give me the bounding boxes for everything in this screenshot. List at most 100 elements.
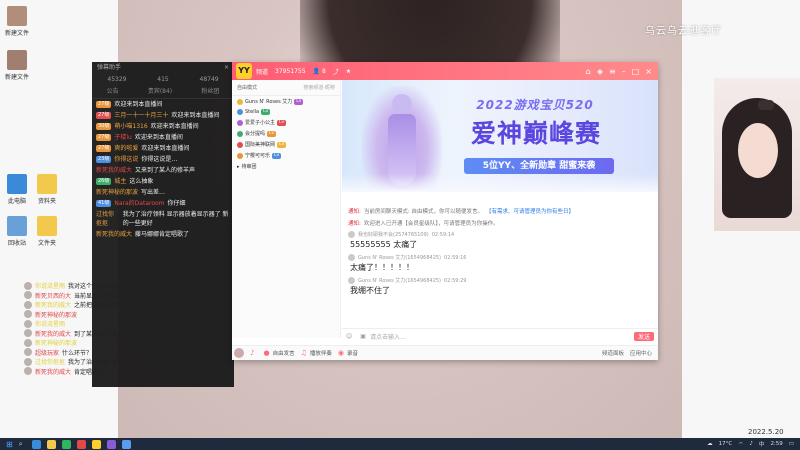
avatar [24,329,32,337]
level-badge: 27级 [96,145,112,152]
desktop-icon-recycle-bin[interactable]: 回收站 [0,216,34,247]
avatar[interactable] [234,348,244,358]
desktop-icon-file-2[interactable]: 新建文件 [0,50,34,81]
taskbar-app-icon[interactable] [76,439,86,449]
chat-username[interactable]: 新死我的威大 [96,230,132,239]
free-speech-button[interactable]: 自由发言 [273,349,295,357]
notification-icon[interactable]: ▭ [789,441,794,447]
overlay-username[interactable]: 新死神秘的那波 [35,310,77,319]
overlay-username[interactable]: 新死我的威大 [35,367,71,376]
member-item[interactable]: Stella Lv [232,107,340,117]
chat-username[interactable]: 城主 [114,177,126,186]
emoji-icon[interactable]: ☺ [346,333,352,340]
home-icon[interactable]: ⌂ [586,67,591,76]
image-icon[interactable]: ▣ [360,333,366,340]
member-item[interactable]: Guns N' Roses 艾力 Lv [232,96,340,107]
menu-icon[interactable]: ≡ [609,67,616,76]
speaker-icon[interactable]: ♪ [250,349,254,357]
taskbar-app-icon[interactable] [31,439,41,449]
music-icon[interactable]: ♫ [301,349,307,357]
desktop-icon-this-pc[interactable]: 此电脑 [0,174,34,205]
weather-text[interactable]: 17°C [719,441,733,447]
message-sender[interactable]: Guns N' Roses 艾力(1654968425) [358,277,441,284]
notice-link[interactable]: 【有需求、可请管理员为你有些日】 [486,207,574,215]
taskbar-yy-icon[interactable] [91,439,101,449]
volume-icon[interactable]: ♪ [749,441,753,447]
yy-logo-icon[interactable]: YY [236,63,252,79]
message-sender[interactable]: Guns N' Roses 艾力(1654968425) [358,254,441,261]
favorite-icon[interactable]: ★ [346,68,351,75]
close-icon[interactable]: × [645,67,652,76]
chat-username[interactable]: 三月一十一十月三十 [114,111,168,120]
channel-panel-button[interactable]: 频道面板 [602,349,624,357]
message-body: 我绷不住了 [350,286,390,295]
avatar[interactable] [348,254,355,261]
member-item[interactable]: 国际美神联网 Lv [232,139,340,150]
desktop-icon-file-1[interactable]: 新建文件 [0,6,34,37]
level-badge: 27级 [96,101,112,108]
message-sender[interactable]: 我也好耶我不会(2574765109) [358,231,429,238]
chat-username[interactable]: 你得这说 [114,155,138,164]
chat-username[interactable]: 子楼lu [114,133,131,142]
chat-username[interactable]: 新死神秘的那波 [96,188,138,197]
minimize-icon[interactable]: – [622,67,626,76]
share-icon[interactable]: ⤴ [333,67,339,76]
avatar [24,367,32,375]
accompaniment-button[interactable]: 播放伴奏 [310,349,332,357]
maximize-icon[interactable]: □ [632,67,640,76]
send-button[interactable]: 发送 [633,331,654,341]
chat-mode-label[interactable]: 自由模式 [237,84,257,91]
level-badge: 23级 [96,156,112,163]
overlay-message: 新死神秘的那波 [24,338,80,347]
message-time: 02:59:29 [444,277,467,284]
taskbar-app-icon[interactable] [121,439,131,449]
record-icon[interactable]: ◉ [338,349,344,357]
taskbar-app-icon[interactable] [106,439,116,449]
avatar[interactable] [348,277,355,284]
watermark: 乌云乌云逛客厅 [645,26,722,37]
network-icon[interactable]: ⌔ [738,441,743,448]
windows-start-icon[interactable]: ⊞ [6,440,13,449]
event-banner[interactable]: 2022游戏宝贝520 爱神巅峰赛 5位YY、全新勋章 甜蜜来袭 [342,80,658,192]
tab-announcement[interactable]: 公告 [107,86,119,98]
overlay-username[interactable]: 新死贝西的大 [35,291,71,300]
tab-fans[interactable]: 粉丝团 [201,86,219,98]
message-input[interactable]: 请点击输入… [370,332,406,341]
chat-username[interactable]: Nara的Dataroom [114,199,164,208]
overlay-username[interactable]: 你说流星雨 [35,281,65,290]
close-icon[interactable]: × [224,62,229,74]
overlay-username[interactable]: 你说流星雨 [35,319,65,328]
mic-icon[interactable]: ● [263,349,269,357]
tab-channel[interactable]: 频道 [256,67,268,76]
avatar [24,291,32,299]
overlay-username[interactable]: 新死我的威大 [35,300,71,309]
chat-username[interactable]: 爽的啦爱 [114,144,138,153]
input-method[interactable]: 中 [759,440,765,448]
app-center-button[interactable]: 应用中心 [630,349,652,357]
message-time: 02:59:14 [431,231,455,238]
taskbar-folder-icon[interactable] [46,439,56,449]
member-search[interactable]: 搜索频道·昵称 [303,84,335,91]
game-icon[interactable]: ◈ [597,67,603,76]
chat-username[interactable]: 过找你抠抠 [96,210,120,228]
chat-username[interactable]: 新死我的威大 [96,166,132,175]
avatar[interactable] [348,231,355,238]
member-item[interactable]: 会分提吗 Lv [232,128,340,139]
overlay-username[interactable]: 超级玩家 [35,348,59,357]
overlay-username[interactable]: 新死我的威大 [35,329,71,338]
desktop-icon-folder-2[interactable]: 文件夹 [30,216,64,247]
tab-vip[interactable]: 贵宾(84) [148,86,172,98]
overlay-username[interactable]: 过找你抠抠 [35,357,65,366]
overlay-username[interactable]: 新死神秘的那波 [35,338,77,347]
member-item[interactable]: 宁樱可可乐 Lv [232,150,340,161]
member-item[interactable]: 爱爱子小公主 Lv [232,117,340,128]
avatar [24,300,32,309]
group-item[interactable]: ▸ 待审团 [232,161,340,172]
chat-username[interactable]: 萌小喵1316 [114,122,147,131]
taskbar-app-icon[interactable] [61,439,71,449]
search-icon[interactable]: ⌕ [19,440,23,449]
clock[interactable]: 2:59 [770,441,782,447]
avatar [24,338,32,347]
record-button[interactable]: 录音 [347,349,358,357]
desktop-icon-folder-1[interactable]: 资料夹 [30,174,64,205]
